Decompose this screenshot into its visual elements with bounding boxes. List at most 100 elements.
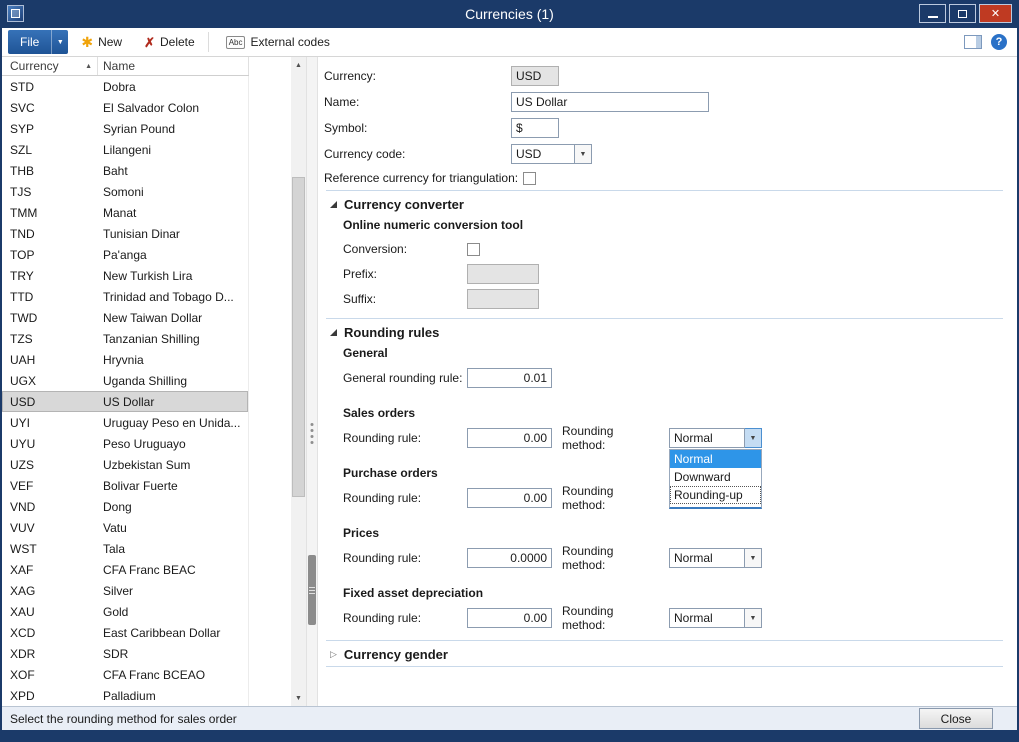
delete-button-label: Delete [160,35,195,49]
external-codes-button[interactable]: Abc External codes [217,30,339,54]
currency-name-cell: Lilangeni [98,143,245,157]
table-row[interactable]: UGXUganda Shilling [2,370,248,391]
currency-code-cell: TJS [2,185,98,199]
section-rounding-rules[interactable]: Rounding rules [330,324,1017,340]
rounding-method-label: Rounding method: [562,424,660,452]
dropdown-option[interactable]: Normal [670,450,761,468]
delete-button[interactable]: ✗ Delete [135,30,204,54]
general-rounding-rule-field[interactable]: 0.01 [467,368,552,388]
prices-rounding-method-select[interactable]: Normal ▼ [669,548,762,568]
table-row[interactable]: USDUS Dollar [2,391,248,412]
currency-code-cell: USD [2,395,98,409]
table-row[interactable]: XAUGold [2,601,248,622]
scroll-up-icon[interactable]: ▲ [291,57,306,73]
table-row[interactable]: XPDPalladium [2,685,248,706]
purchase-rounding-rule-field[interactable]: 0.00 [467,488,552,508]
close-window-button[interactable]: ✕ [979,4,1012,23]
sales-rounding-rule-field[interactable]: 0.00 [467,428,552,448]
section-currency-gender[interactable]: ▷ Currency gender [330,646,1017,662]
group-title-fixed-asset: Fixed asset depreciation [343,586,1017,601]
table-row[interactable]: XAFCFA Franc BEAC [2,559,248,580]
currency-code-cell: XAU [2,605,98,619]
scrollbar-thumb[interactable] [292,177,305,497]
new-button[interactable]: ✱ New [72,30,131,54]
fixed-asset-rounding-method-select[interactable]: Normal ▼ [669,608,762,628]
table-row[interactable]: XDRSDR [2,643,248,664]
section-collapsed-icon: ▷ [330,650,337,659]
separator [326,318,1003,319]
name-label: Name: [318,95,511,109]
currency-code-cell: TND [2,227,98,241]
currency-code-cell: THB [2,164,98,178]
column-header-currency[interactable]: Currency ▲ [2,57,98,75]
splitter-scroll-thumb[interactable] [308,555,316,625]
currency-detail-form: Currency: USD Name: US Dollar Symbol: $ … [318,57,1017,706]
fixed-asset-rounding-method-value: Normal [669,608,745,628]
currency-name-cell: CFA Franc BCEAO [98,668,245,682]
table-row[interactable]: THBBaht [2,160,248,181]
currency-code-cell: TWD [2,311,98,325]
group-title-prices: Prices [343,526,1017,541]
combo-arrow-icon[interactable]: ▼ [745,428,762,448]
table-row[interactable]: XAGSilver [2,580,248,601]
name-field[interactable]: US Dollar [511,92,709,112]
table-row[interactable]: VNDDong [2,496,248,517]
table-row[interactable]: TTDTrinidad and Tobago D... [2,286,248,307]
table-row[interactable]: TJSSomoni [2,181,248,202]
currency-name-cell: Dobra [98,80,245,94]
close-button[interactable]: Close [919,708,993,729]
currency-code-cell: XAG [2,584,98,598]
table-row[interactable]: UAHHryvnia [2,349,248,370]
panel-splitter[interactable] [306,57,318,706]
table-row[interactable]: XOFCFA Franc BCEAO [2,664,248,685]
dropdown-option[interactable]: Rounding-up [670,486,761,504]
sales-rounding-method-value: Normal [669,428,745,448]
table-row[interactable]: UZSUzbekistan Sum [2,454,248,475]
help-icon[interactable]: ? [991,34,1007,50]
separator [326,640,1003,641]
section-currency-converter[interactable]: Currency converter [330,196,1017,212]
currency-code-cell: XOF [2,668,98,682]
table-row[interactable]: SYPSyrian Pound [2,118,248,139]
grid-scrollbar[interactable]: ▲ ▼ [291,57,306,706]
table-row[interactable]: SVCEl Salvador Colon [2,97,248,118]
currency-code-cell: UYU [2,437,98,451]
combo-arrow-icon[interactable]: ▼ [575,144,592,164]
currency-code-select[interactable]: USD ▼ [511,144,592,164]
column-header-name[interactable]: Name [98,57,249,75]
dropdown-option[interactable]: Downward [670,468,761,486]
table-row[interactable]: STDDobra [2,76,248,97]
scroll-down-icon[interactable]: ▼ [291,690,306,706]
layout-icon[interactable] [964,35,982,49]
maximize-button[interactable] [949,4,976,23]
table-row[interactable]: WSTTala [2,538,248,559]
combo-arrow-icon[interactable]: ▼ [745,608,762,628]
table-row[interactable]: XCDEast Caribbean Dollar [2,622,248,643]
minimize-button[interactable] [919,4,946,23]
table-row[interactable]: TNDTunisian Dinar [2,223,248,244]
table-row[interactable]: TRYNew Turkish Lira [2,265,248,286]
fixed-asset-rounding-rule-field[interactable]: 0.00 [467,608,552,628]
prices-rounding-rule-field[interactable]: 0.0000 [467,548,552,568]
conversion-checkbox[interactable] [467,243,480,256]
combo-arrow-icon[interactable]: ▼ [745,548,762,568]
statusbar: Select the rounding method for sales ord… [2,706,1017,730]
table-row[interactable]: UYIUruguay Peso en Unida... [2,412,248,433]
sales-rounding-method-select[interactable]: Normal ▼ [669,428,762,448]
table-row[interactable]: UYUPeso Uruguayo [2,433,248,454]
table-row[interactable]: TOPPa'anga [2,244,248,265]
table-row[interactable]: VUVVatu [2,517,248,538]
table-row[interactable]: SZLLilangeni [2,139,248,160]
grid-header: Currency ▲ Name [2,57,249,76]
symbol-field[interactable]: $ [511,118,559,138]
section-currency-converter-title: Currency converter [344,197,464,212]
table-row[interactable]: TZSTanzanian Shilling [2,328,248,349]
table-row[interactable]: TWDNew Taiwan Dollar [2,307,248,328]
currency-name-cell: SDR [98,647,245,661]
table-row[interactable]: TMMManat [2,202,248,223]
section-rounding-rules-title: Rounding rules [344,325,439,340]
file-menu-button[interactable]: File ▼ [8,30,68,54]
window-controls: ✕ [919,4,1012,23]
reference-currency-checkbox[interactable] [523,172,536,185]
table-row[interactable]: VEFBolivar Fuerte [2,475,248,496]
